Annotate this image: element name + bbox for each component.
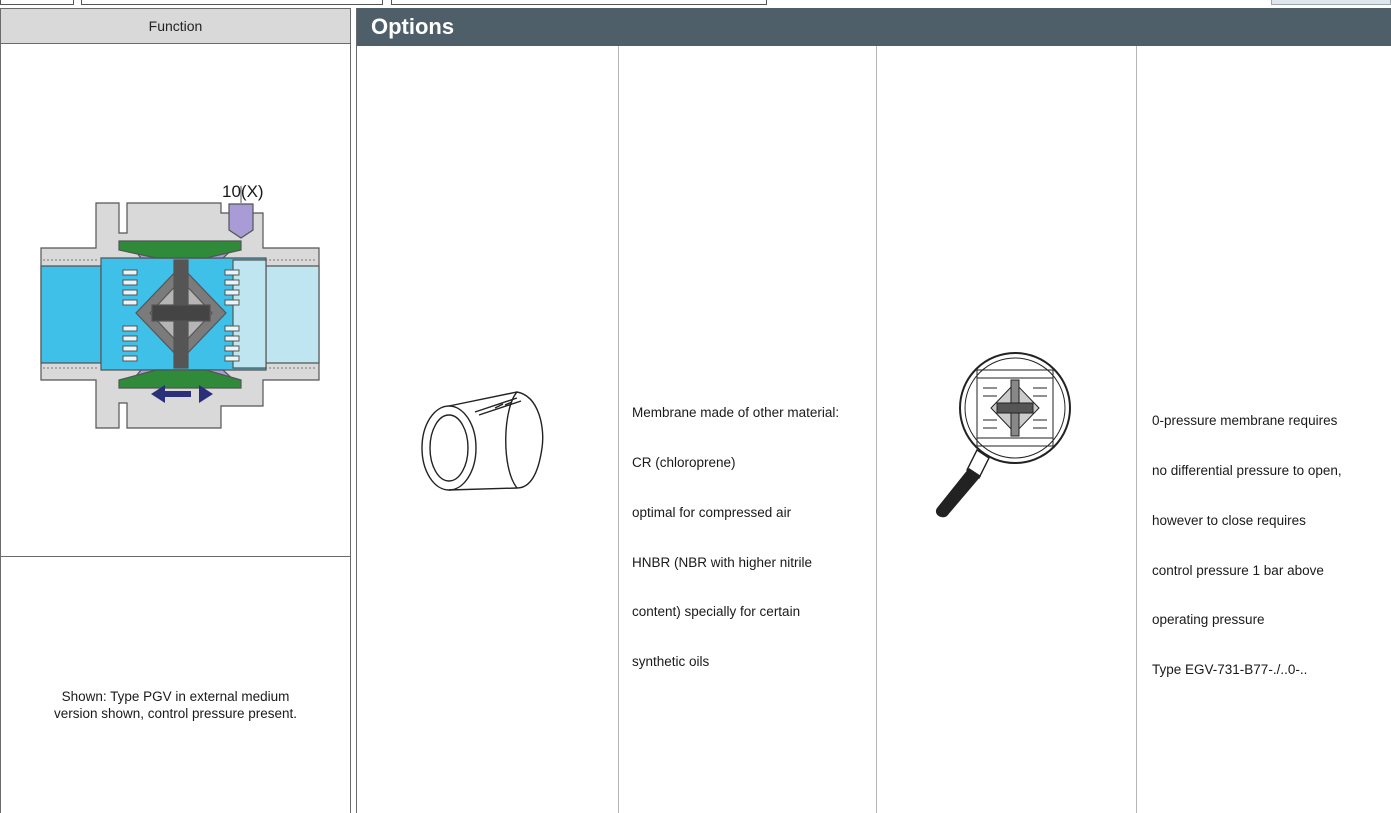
column-separator: [876, 46, 877, 813]
option2-description: 0-pressure membrane requires no differen…: [1152, 380, 1342, 712]
option-line: however to close requires: [1152, 512, 1306, 528]
top-tab-stub: [0, 0, 74, 5]
option-line: no differential pressure to open,: [1152, 462, 1342, 478]
options-panel: Options Membrane made of other material:…: [356, 8, 1391, 813]
option-line: optimal for compressed air: [632, 504, 792, 520]
option-line: operating pressure: [1152, 612, 1265, 628]
option-line: control pressure 1 bar above: [1152, 562, 1324, 578]
caption-line: version shown, control pressure present.: [53, 706, 298, 721]
magnifier-valve-image: [935, 352, 1071, 518]
option1-description: Membrane made of other material: CR (chl…: [632, 372, 839, 704]
option-line: Membrane made of other material:: [632, 405, 840, 421]
option-line: synthetic oils: [632, 654, 710, 670]
option-line: Type EGV-731-B77-./..0-..: [1152, 662, 1308, 678]
valve-function-figure: 10(X): [1, 43, 350, 555]
option-line: content) specially for certain: [632, 604, 801, 620]
top-tab-stub: [1271, 0, 1391, 5]
valve-cross-section-diagram: [40, 186, 320, 429]
panel-divider: [1, 556, 350, 557]
function-header: Function: [1, 8, 350, 44]
top-tab-stub: [81, 0, 383, 5]
option-line: 0-pressure membrane requires: [1152, 413, 1338, 429]
options-header: Options: [357, 8, 1391, 46]
column-separator: [1136, 46, 1137, 813]
function-caption: Shown: Type PGV in external medium versi…: [1, 688, 350, 722]
option-line: HNBR (NBR with higher nitrile: [632, 554, 813, 570]
option-line: CR (chloroprene): [632, 454, 736, 470]
caption-line: Shown: Type PGV in external medium: [61, 689, 290, 704]
control-port-label: 10(X): [222, 182, 264, 201]
membrane-sleeve-image: [421, 391, 544, 491]
column-separator: [618, 46, 619, 813]
top-tab-stub: [391, 0, 767, 5]
function-panel: Function 10(X) Shown: Type PGV in extern…: [0, 8, 351, 813]
